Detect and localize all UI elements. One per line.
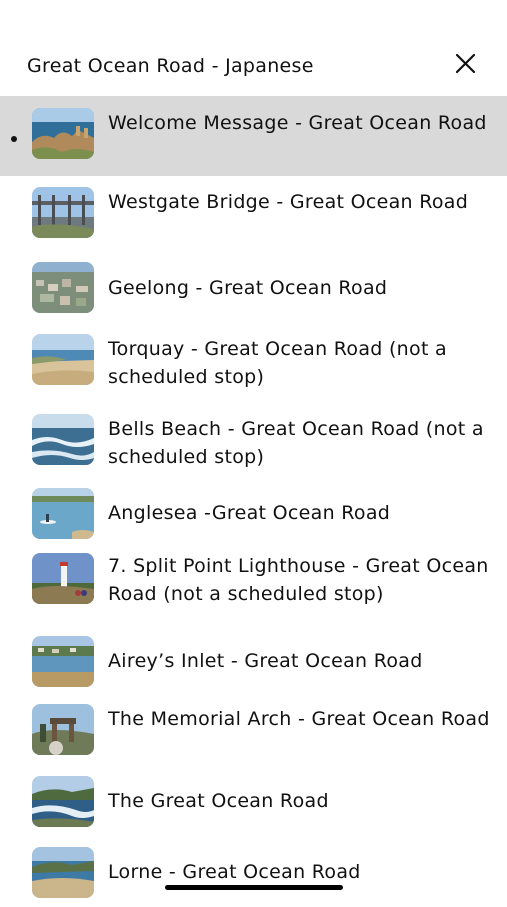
thumbnail-inlet-town bbox=[32, 636, 94, 687]
track-list: Welcome Message - Great Ocean Road Westg… bbox=[0, 96, 507, 907]
thumbnail-city-aerial bbox=[32, 262, 94, 313]
thumbnail-lighthouse bbox=[32, 553, 94, 604]
track-item-geelong[interactable]: Geelong - Great Ocean Road bbox=[0, 256, 507, 320]
track-item-bells-beach[interactable]: Bells Beach - Great Ocean Road (not a sc… bbox=[0, 400, 507, 480]
track-item-split-point-lighthouse[interactable]: 7. Split Point Lighthouse - Great Ocean … bbox=[0, 545, 507, 636]
page-title: Great Ocean Road - Japanese bbox=[27, 55, 314, 77]
track-item-aireys-inlet[interactable]: Airey’s Inlet - Great Ocean Road bbox=[0, 636, 507, 696]
thumbnail-coastal-road bbox=[32, 776, 94, 827]
thumbnail-lorne-coast bbox=[32, 847, 94, 898]
thumbnail-coastline-cliffs bbox=[32, 108, 94, 159]
track-title: Anglesea -Great Ocean Road bbox=[108, 502, 391, 524]
close-button[interactable] bbox=[450, 48, 482, 80]
thumbnail-memorial-arch bbox=[32, 704, 94, 755]
track-title: Bells Beach - Great Ocean Road (not a sc… bbox=[108, 418, 484, 468]
track-title: Geelong - Great Ocean Road bbox=[108, 277, 388, 299]
track-title: Airey’s Inlet - Great Ocean Road bbox=[108, 650, 423, 672]
track-title: 7. Split Point Lighthouse - Great Ocean … bbox=[108, 555, 489, 605]
thumbnail-river-kayak bbox=[32, 488, 94, 539]
track-item-westgate-bridge[interactable]: Westgate Bridge - Great Ocean Road bbox=[0, 176, 507, 256]
track-title: The Memorial Arch - Great Ocean Road bbox=[108, 708, 490, 730]
track-title: Lorne - Great Ocean Road bbox=[108, 861, 361, 883]
track-item-welcome-message[interactable]: Welcome Message - Great Ocean Road bbox=[0, 96, 507, 176]
home-indicator[interactable] bbox=[165, 885, 343, 890]
track-item-memorial-arch[interactable]: The Memorial Arch - Great Ocean Road bbox=[0, 696, 507, 776]
thumbnail-surf-waves bbox=[32, 414, 94, 465]
track-title: Torquay - Great Ocean Road (not a schedu… bbox=[108, 338, 447, 388]
header-bar: Great Ocean Road - Japanese bbox=[0, 0, 507, 96]
track-item-anglesea[interactable]: Anglesea -Great Ocean Road bbox=[0, 480, 507, 545]
track-title: Westgate Bridge - Great Ocean Road bbox=[108, 191, 469, 213]
track-item-the-great-ocean-road[interactable]: The Great Ocean Road bbox=[0, 776, 507, 847]
close-icon bbox=[455, 53, 476, 74]
track-item-torquay[interactable]: Torquay - Great Ocean Road (not a schedu… bbox=[0, 320, 507, 400]
track-title: The Great Ocean Road bbox=[108, 790, 329, 812]
now-playing-bullet bbox=[11, 136, 17, 142]
track-title: Welcome Message - Great Ocean Road bbox=[108, 112, 487, 134]
thumbnail-bridge bbox=[32, 187, 94, 238]
track-item-lorne[interactable]: Lorne - Great Ocean Road bbox=[0, 847, 507, 907]
thumbnail-beach bbox=[32, 334, 94, 385]
